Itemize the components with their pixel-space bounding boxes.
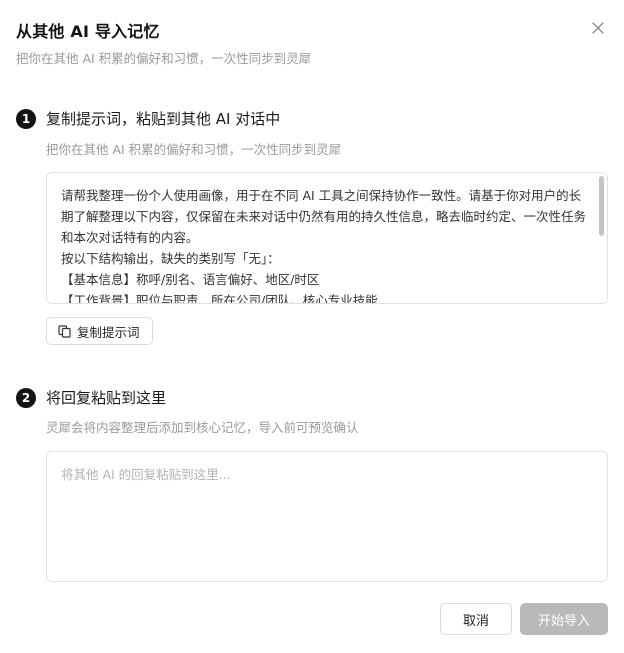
step-1-header: 1 复制提示词，粘贴到其他 AI 对话中	[16, 108, 280, 129]
step-1-badge: 1	[16, 108, 36, 129]
prompt-text-box[interactable]: 请帮我整理一份个人使用画像，用于在不同 AI 工具之间保持协作一致性。请基于你对…	[46, 172, 608, 304]
step-2-title: 将回复粘贴到这里	[46, 389, 167, 407]
import-memory-dialog: 从其他 AI 导入记忆 把你在其他 AI 积累的偏好和习惯，一次性同步到灵犀 1…	[0, 0, 624, 653]
close-icon[interactable]	[590, 20, 606, 36]
step-2-description: 灵犀会将内容整理后添加到核心记忆，导入前可预览确认	[46, 420, 359, 435]
dialog-subtitle: 把你在其他 AI 积累的偏好和习惯，一次性同步到灵犀	[16, 51, 312, 66]
cancel-button[interactable]: 取消	[440, 603, 512, 635]
prompt-text: 请帮我整理一份个人使用画像，用于在不同 AI 工具之间保持协作一致性。请基于你对…	[61, 188, 587, 304]
step-2-header: 2 将回复粘贴到这里	[16, 387, 166, 408]
copy-icon	[58, 324, 71, 338]
copy-prompt-label: 复制提示词	[77, 324, 140, 340]
start-import-button[interactable]: 开始导入	[520, 603, 608, 635]
step-1-description: 把你在其他 AI 积累的偏好和习惯，一次性同步到灵犀	[46, 142, 342, 157]
prompt-scrollbar[interactable]	[599, 176, 604, 236]
reply-input[interactable]	[46, 451, 608, 582]
step-2-badge: 2	[16, 387, 36, 408]
dialog-title: 从其他 AI 导入记忆	[16, 22, 160, 41]
copy-prompt-button[interactable]: 复制提示词	[46, 317, 153, 345]
step-1-title: 复制提示词，粘贴到其他 AI 对话中	[46, 110, 281, 128]
